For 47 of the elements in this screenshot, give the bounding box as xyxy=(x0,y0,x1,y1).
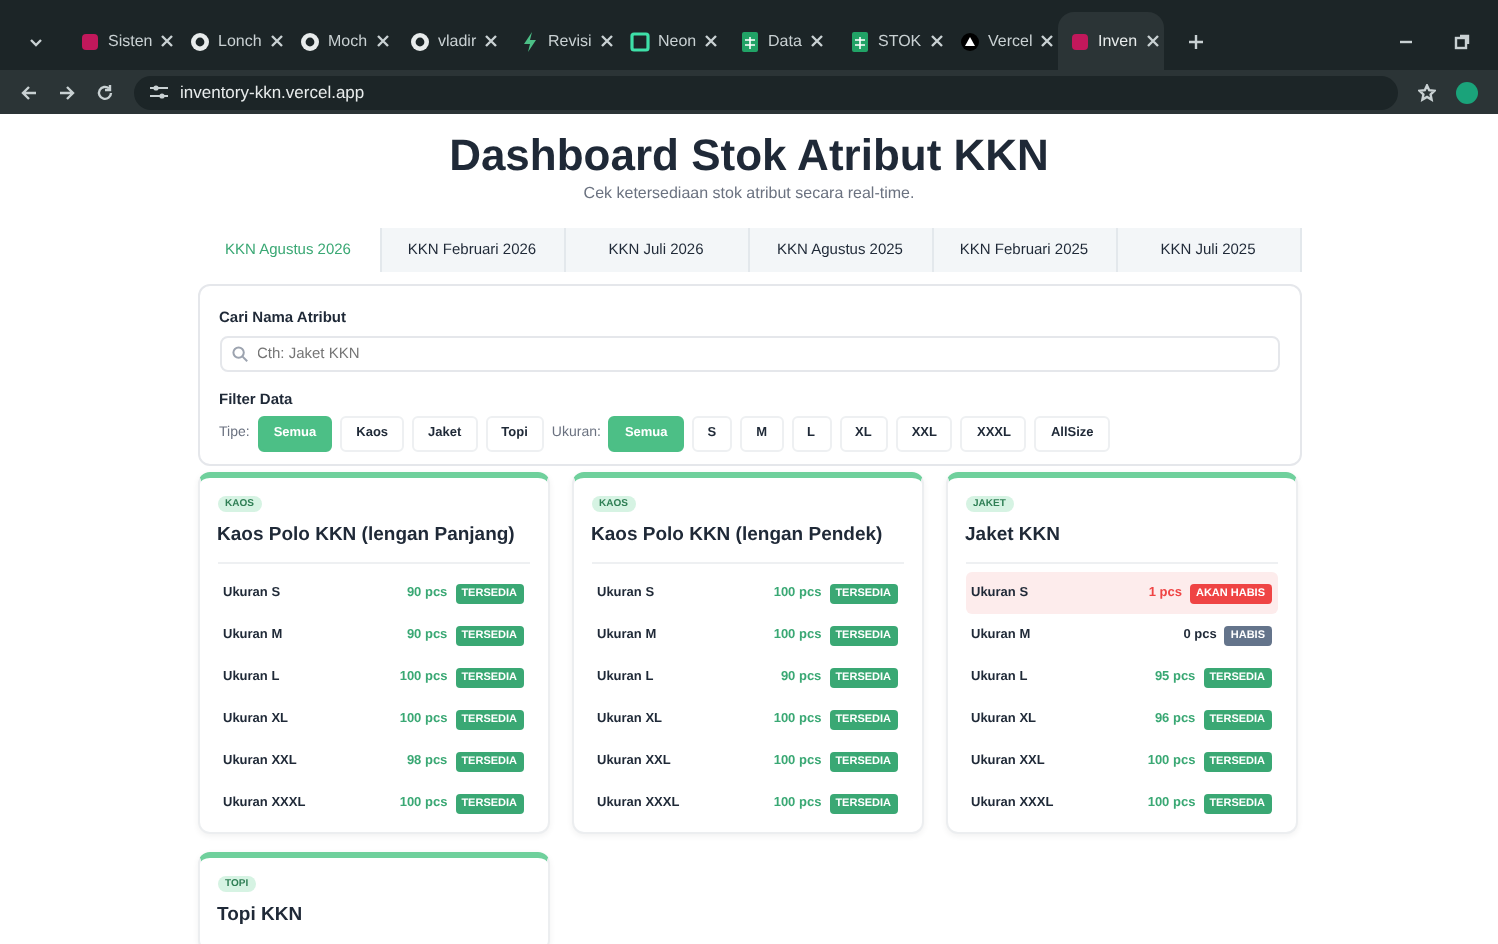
close-icon[interactable] xyxy=(929,34,944,48)
back-icon[interactable] xyxy=(20,83,38,101)
item-name: Jaket KKN xyxy=(965,521,1063,550)
page-title: Dashboard Stok Atribut KKN xyxy=(447,130,1051,183)
restore-icon[interactable] xyxy=(1454,33,1470,49)
browser-tab[interactable]: Vercel xyxy=(948,12,1054,70)
item-name: Topi KKN xyxy=(217,902,305,931)
close-icon[interactable] xyxy=(599,34,614,48)
page-subtitle: Cek ketersediaan stok atribut secara real-time. xyxy=(581,182,917,207)
caret-icon[interactable] xyxy=(28,33,44,49)
app-icon xyxy=(1070,31,1090,51)
triangle-icon xyxy=(960,31,980,51)
github-icon xyxy=(300,31,320,51)
square-icon xyxy=(630,31,650,51)
address-bar[interactable]: inventory-kkn.vercel.app xyxy=(134,75,1398,109)
site-info-icon xyxy=(150,84,168,100)
profile-icon xyxy=(1456,81,1478,103)
forward-icon[interactable] xyxy=(58,83,76,101)
browser-tab[interactable]: Inven xyxy=(1058,12,1164,70)
bolt-icon xyxy=(520,31,540,51)
app-icon xyxy=(80,31,100,51)
close-icon[interactable] xyxy=(269,34,284,48)
close-icon[interactable] xyxy=(484,34,499,48)
item-name: Kaos Polo KKN (lengan Panjang) xyxy=(217,521,517,550)
browser-tab[interactable]: Lonch xyxy=(178,12,284,70)
close-icon[interactable] xyxy=(1040,34,1054,48)
close-icon[interactable] xyxy=(375,34,390,48)
browser-tab[interactable]: vladir xyxy=(398,12,504,70)
close-icon[interactable] xyxy=(809,34,824,48)
browser-tab[interactable]: Moch xyxy=(288,12,394,70)
browser-tab[interactable]: Neon xyxy=(618,12,724,70)
close-icon[interactable] xyxy=(704,34,719,48)
new-tab-icon[interactable] xyxy=(1188,33,1204,49)
browser-tab[interactable]: Sisten xyxy=(68,12,174,70)
spreadsheet-icon xyxy=(740,31,760,51)
close-icon[interactable] xyxy=(160,34,174,48)
spreadsheet-icon xyxy=(850,31,870,51)
star-icon[interactable] xyxy=(1418,83,1436,101)
close-icon[interactable] xyxy=(1145,34,1160,48)
browser-tab[interactable]: Data xyxy=(728,12,834,70)
browser-tab[interactable]: STOK xyxy=(838,12,944,70)
github-icon xyxy=(410,31,430,51)
reload-icon[interactable] xyxy=(96,83,114,101)
item-name: Kaos Polo KKN (lengan Pendek) xyxy=(591,521,885,550)
github-icon xyxy=(190,31,210,51)
browser-tab[interactable]: Revisi xyxy=(508,12,614,70)
search-icon xyxy=(231,345,247,362)
